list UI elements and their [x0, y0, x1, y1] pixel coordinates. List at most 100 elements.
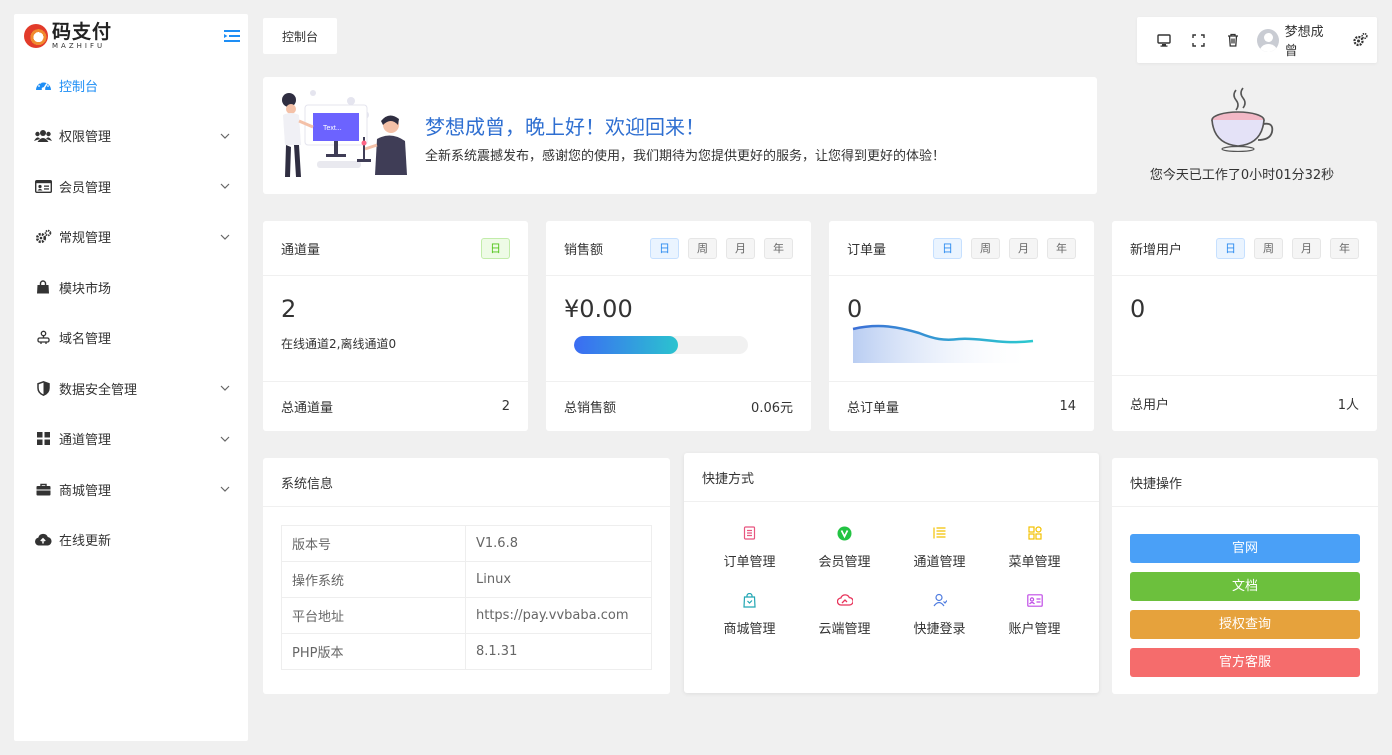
sidebar-item-0[interactable]: 控制台: [14, 60, 248, 111]
shortcut-item[interactable]: 云端管理: [797, 592, 892, 637]
info-value: 8.1.31: [465, 633, 652, 670]
settings-gears-icon[interactable]: [1342, 17, 1377, 63]
chevron-down-icon: [220, 133, 230, 139]
menu-collapse-icon[interactable]: [224, 29, 240, 43]
sidebar-item-9[interactable]: 在线更新: [14, 515, 248, 566]
shopping-bag-icon: [34, 279, 52, 295]
stat-card-users: 新增用户 日 周 月 年 0 总用户 1人: [1112, 221, 1377, 431]
list-icon: [932, 525, 948, 541]
sidebar-item-2[interactable]: 会员管理: [14, 161, 248, 212]
coffee-cup-icon: [1211, 87, 1274, 152]
stat-title: 销售额: [564, 242, 604, 258]
shortcut-item[interactable]: 通道管理: [892, 525, 987, 570]
orders-sparkline: [852, 324, 1034, 363]
period-week-pill[interactable]: 周: [971, 237, 1000, 259]
top-toolbar: 梦想成曾: [1137, 17, 1377, 63]
avatar[interactable]: [1256, 28, 1279, 52]
quick-op-button[interactable]: 授权查询: [1130, 610, 1360, 639]
period-day-pill[interactable]: 日: [481, 237, 510, 259]
sidebar-item-label: 会员管理: [59, 180, 112, 196]
sidebar-item-label: 域名管理: [59, 332, 112, 348]
stat-card-channels: 通道量 日 2 在线通道2,离线通道0 总通道量 2: [263, 221, 528, 431]
info-key: 操作系统: [281, 561, 466, 598]
sidebar-item-1[interactable]: 权限管理: [14, 111, 248, 162]
stat-desc: 在线通道2,离线通道0: [281, 337, 397, 351]
period-day-pill[interactable]: 日: [650, 237, 679, 259]
worktime-text: 您今天已工作了0小时01分32秒: [1149, 168, 1335, 183]
shortcut-label: 订单管理: [723, 555, 776, 570]
cloud-upload-icon: [34, 532, 52, 548]
users-icon: [34, 128, 52, 144]
period-year-pill[interactable]: 年: [1330, 237, 1359, 259]
quick-op-button[interactable]: 官网: [1130, 534, 1360, 563]
stat-value: 0: [847, 295, 863, 323]
dashboard-icon: [34, 77, 52, 93]
shortcut-item[interactable]: 会员管理: [797, 525, 892, 570]
welcome-subtitle: 全新系统震撼发布，感谢您的使用，我们期待为您提供更好的服务，让您得到更好的体验！: [425, 149, 946, 164]
sidebar-item-3[interactable]: 常规管理: [14, 212, 248, 263]
monitor-icon[interactable]: [1147, 17, 1182, 63]
shortcuts-panel: 快捷方式 订单管理 会员管理 通道管理 菜单管理商城管理 云端管理 快捷登录 账户管理: [684, 453, 1099, 693]
trash-icon[interactable]: [1216, 17, 1251, 63]
welcome-illustration: Text...: [282, 90, 407, 177]
stat-value: ¥0.00: [564, 295, 633, 323]
table-row: PHP版本 8.1.31: [281, 633, 652, 670]
username[interactable]: 梦想成曾: [1285, 21, 1335, 59]
sales-progress-bar: [574, 336, 748, 354]
shortcut-item[interactable]: 快捷登录: [892, 592, 987, 637]
stat-foot-label: 总用户: [1130, 398, 1170, 413]
worktime-widget: 您今天已工作了0小时01分32秒: [1112, 84, 1372, 194]
quick-ops-buttons: 官网文档授权查询官方客服: [1130, 534, 1360, 686]
stat-foot-value: 1人: [1337, 398, 1359, 413]
sidebar-item-label: 控制台: [59, 79, 99, 95]
sidebar-item-7[interactable]: 通道管理: [14, 414, 248, 465]
period-day-pill[interactable]: 日: [1216, 237, 1245, 259]
sidebar-item-label: 在线更新: [59, 534, 112, 550]
quick-op-button[interactable]: 官方客服: [1130, 648, 1360, 677]
sidebar-item-label: 通道管理: [59, 433, 112, 449]
shortcut-item[interactable]: 商城管理: [702, 592, 797, 637]
shortcut-item[interactable]: 订单管理: [702, 525, 797, 570]
table-row: 操作系统 Linux: [281, 561, 652, 598]
period-month-pill[interactable]: 月: [1292, 237, 1321, 259]
sidebar-item-label: 商城管理: [59, 483, 112, 499]
period-month-pill[interactable]: 月: [726, 237, 755, 259]
shop-bag-icon: [742, 592, 758, 608]
sidebar-item-label: 常规管理: [59, 231, 112, 247]
sidebar-item-6[interactable]: 数据安全管理: [14, 363, 248, 414]
welcome-card: Text... 梦想成曾，晚上好！欢迎回来！ 全新系统震撼发布，感谢您的使用，我…: [263, 77, 1097, 194]
gears-icon: [34, 229, 52, 245]
fullscreen-icon[interactable]: [1182, 17, 1217, 63]
period-day-pill[interactable]: 日: [933, 237, 962, 259]
welcome-title: 梦想成曾，晚上好！欢迎回来！: [425, 115, 705, 139]
user-login-icon: [932, 592, 948, 608]
period-month-pill[interactable]: 月: [1009, 237, 1038, 259]
stat-foot-value: 0.06元: [751, 401, 793, 416]
shortcut-label: 通道管理: [913, 555, 966, 570]
cloud-icon: [836, 592, 853, 608]
period-week-pill[interactable]: 周: [688, 237, 717, 259]
stat-title: 通道量: [281, 242, 321, 258]
sidebar-item-4[interactable]: 模块市场: [14, 262, 248, 313]
panel-title: 快捷方式: [684, 453, 1099, 502]
id-card-icon: [34, 178, 52, 194]
breadcrumb-tab[interactable]: 控制台: [263, 18, 337, 54]
stat-value: 2: [281, 295, 297, 323]
shortcut-label: 会员管理: [818, 555, 871, 570]
shortcut-label: 菜单管理: [1008, 555, 1061, 570]
period-week-pill[interactable]: 周: [1254, 237, 1283, 259]
shortcut-item[interactable]: 账户管理: [987, 592, 1082, 637]
period-year-pill[interactable]: 年: [764, 237, 793, 259]
chevron-down-icon: [220, 183, 230, 190]
info-value: https://pay.vvbaba.com: [465, 597, 652, 634]
sidebar-item-8[interactable]: 商城管理: [14, 464, 248, 515]
info-key: PHP版本: [281, 633, 466, 670]
quick-op-button[interactable]: 文档: [1130, 572, 1360, 601]
period-year-pill[interactable]: 年: [1047, 237, 1076, 259]
panel-title: 快捷操作: [1112, 458, 1378, 507]
stat-value: 0: [1130, 295, 1146, 323]
chevron-down-icon: [220, 385, 230, 392]
sidebar-item-5[interactable]: 域名管理: [14, 313, 248, 364]
shortcut-item[interactable]: 菜单管理: [987, 525, 1082, 570]
logo[interactable]: 码支付 MAZHIFU: [14, 14, 248, 58]
